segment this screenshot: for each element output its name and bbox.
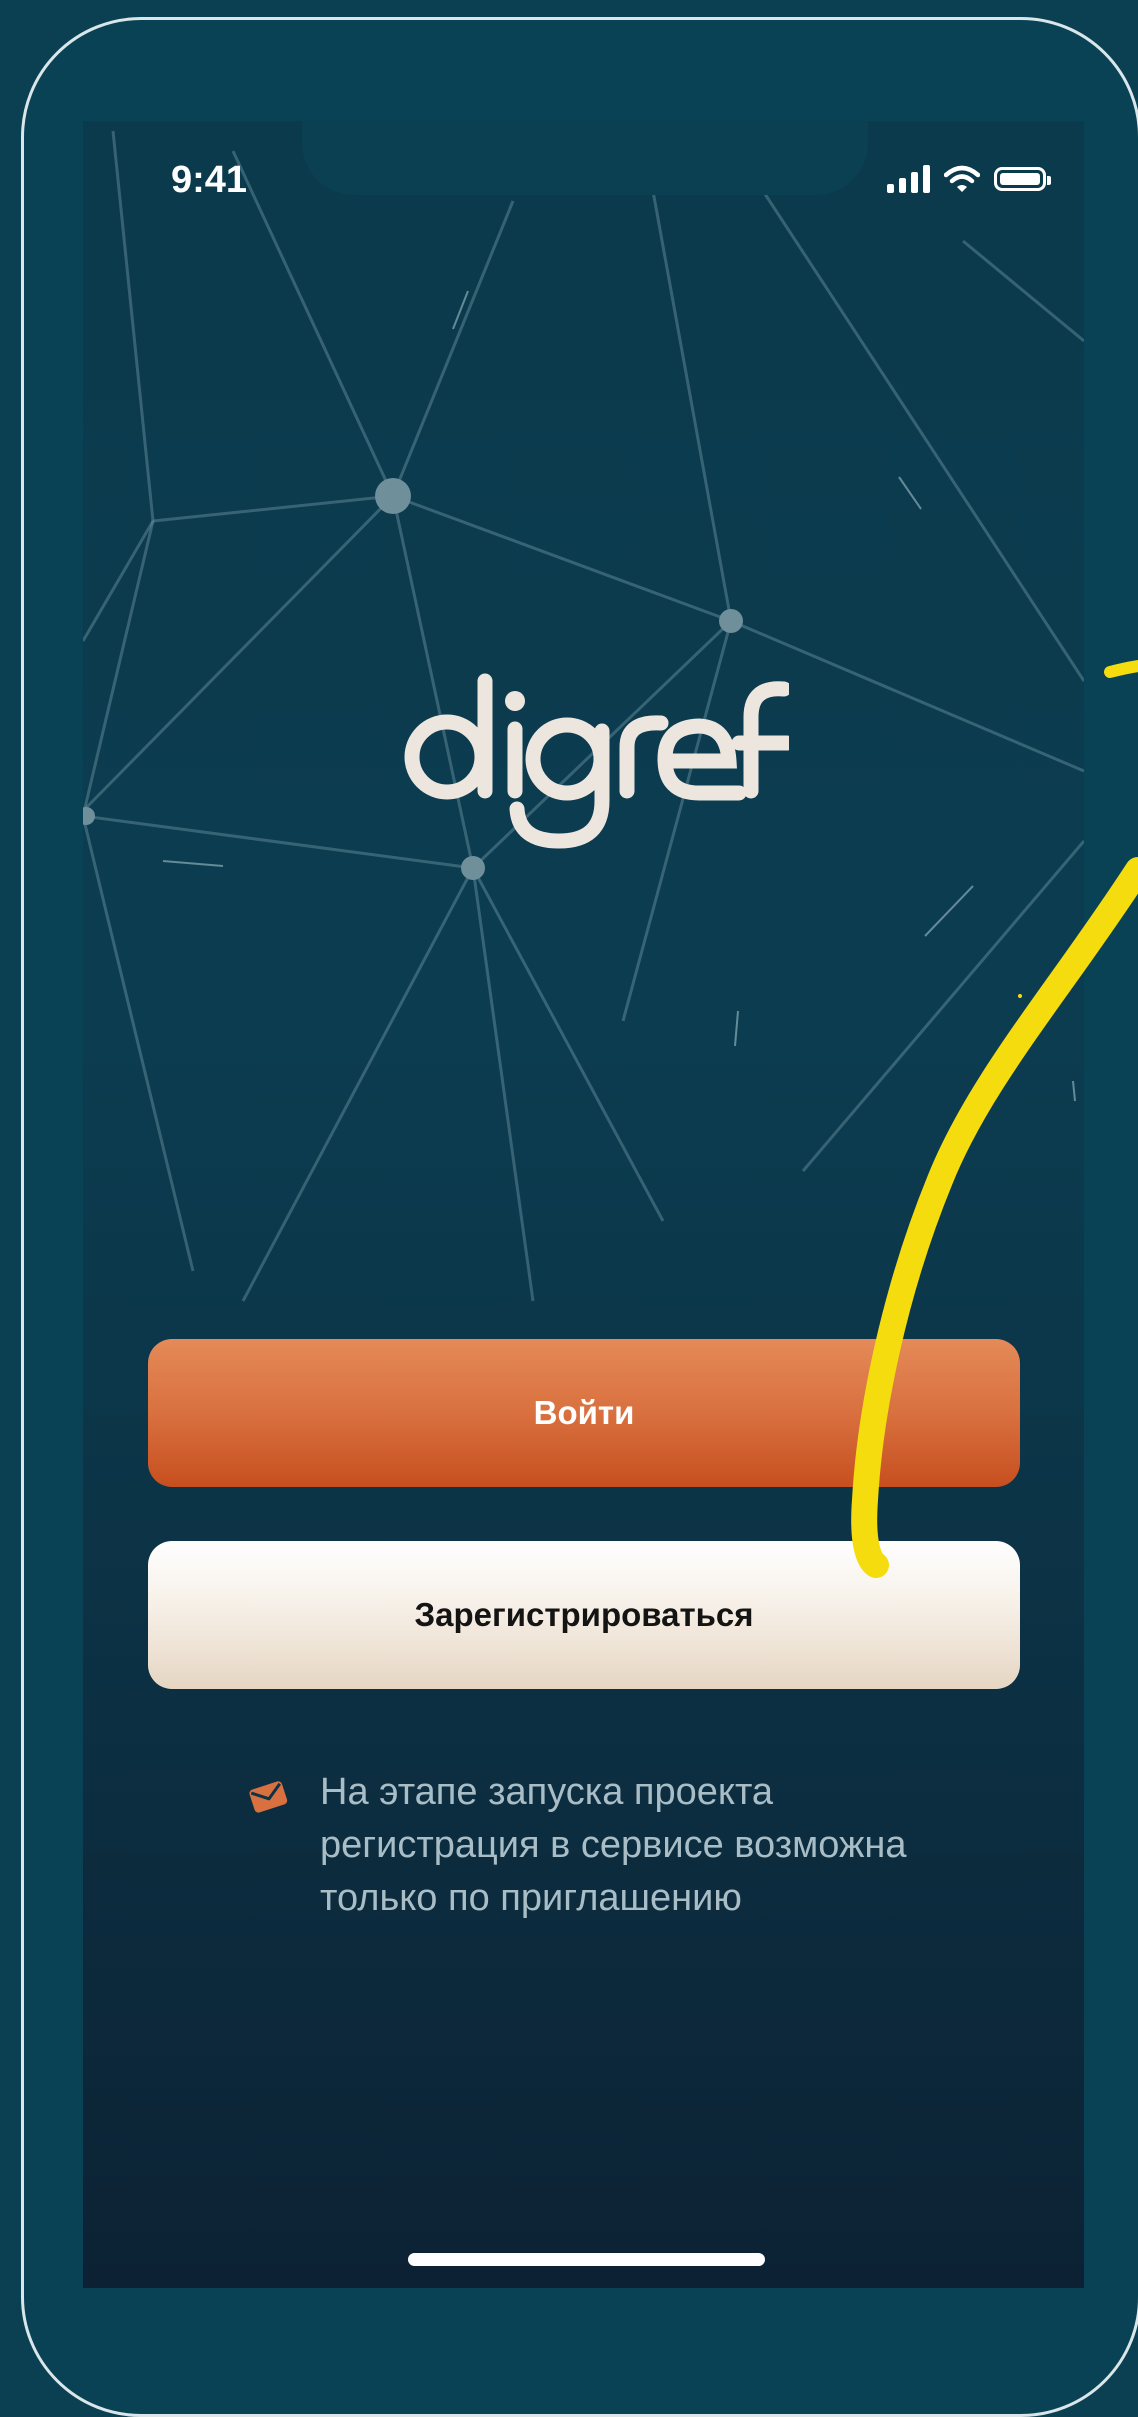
status-bar-time: 9:41 xyxy=(171,159,248,201)
wifi-icon xyxy=(944,165,980,192)
login-button[interactable]: Войти xyxy=(148,1339,1020,1487)
invitation-notice: На этапе запуска проекта регистрация в с… xyxy=(248,1766,1008,1925)
battery-level xyxy=(1000,173,1040,185)
device-notch xyxy=(302,121,868,195)
envelope-icon xyxy=(249,1781,288,1813)
app-screen: 9:41 Войти Зарегистрироваться На этапе з… xyxy=(83,121,1084,2288)
register-button[interactable]: Зарегистрироваться xyxy=(148,1541,1020,1689)
notice-text: На этапе запуска проекта регистрация в с… xyxy=(320,1771,907,1919)
home-indicator[interactable] xyxy=(408,2253,765,2266)
battery-icon xyxy=(994,167,1051,191)
cellular-signal-icon xyxy=(887,165,930,193)
status-bar-icons xyxy=(887,165,1051,193)
digref-logo xyxy=(404,673,789,849)
